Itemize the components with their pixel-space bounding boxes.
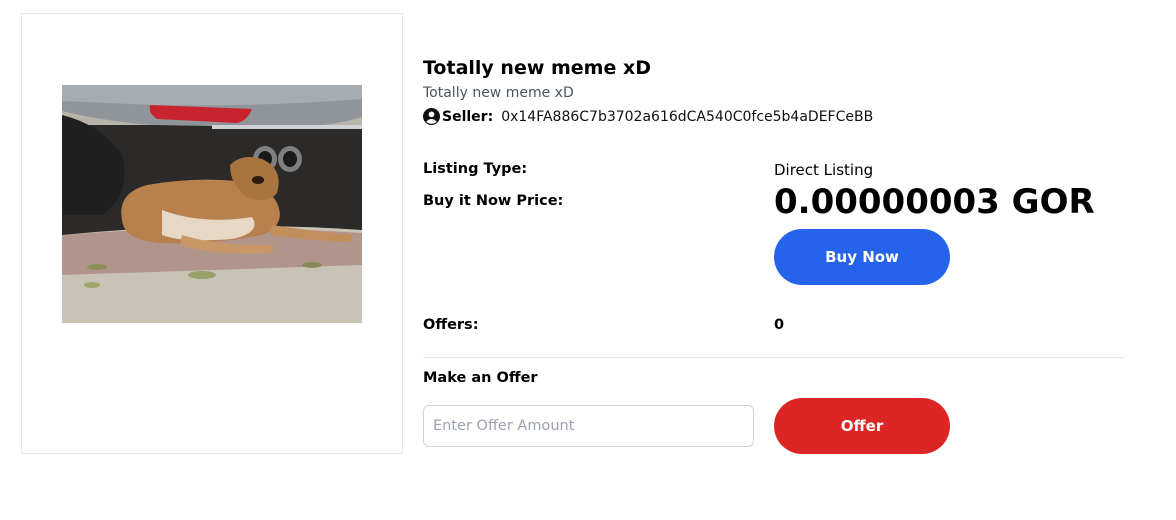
nft-image-card xyxy=(21,13,403,454)
make-offer-heading: Make an Offer xyxy=(423,370,538,386)
offer-button[interactable]: Offer xyxy=(774,398,950,454)
listing-description: Totally new meme xD xyxy=(423,85,574,101)
offers-count: 0 xyxy=(774,317,785,333)
listing-title: Totally new meme xD xyxy=(423,57,652,79)
seller-label: Seller: xyxy=(442,108,494,125)
seller-address: 0x14FA886C7b3702a616dCA540C0fce5b4aDEFCe… xyxy=(501,108,874,125)
seller-info: Seller: 0x14FA886C7b3702a616dCA540C0fce5… xyxy=(423,108,873,125)
buy-now-price-value: 0.00000003 GOR xyxy=(774,182,1095,222)
offers-label: Offers: xyxy=(423,317,479,333)
listing-type-value: Direct Listing xyxy=(774,161,874,179)
user-circle-icon xyxy=(423,108,440,125)
offer-amount-input[interactable] xyxy=(423,405,754,447)
listing-type-label: Listing Type: xyxy=(423,161,528,177)
buy-now-price-label: Buy it Now Price: xyxy=(423,193,564,209)
nft-image xyxy=(62,85,362,323)
buy-now-button[interactable]: Buy Now xyxy=(774,229,950,285)
divider xyxy=(423,357,1125,358)
